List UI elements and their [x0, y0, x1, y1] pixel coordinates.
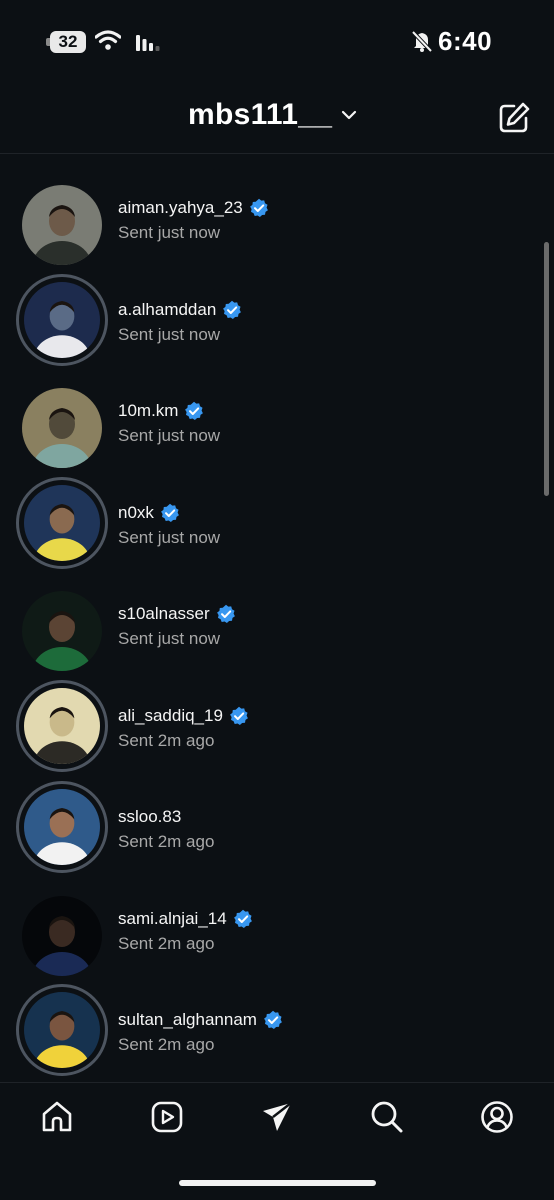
avatar[interactable] [16, 984, 108, 1076]
chat-text: a.alhamddan Sent just now [118, 300, 242, 345]
username-line: aiman.yahya_23 [118, 198, 269, 218]
chat-text: ali_saddiq_19 Sent 2m ago [118, 706, 249, 751]
username-line: 10m.km [118, 401, 220, 421]
chat-text: n0xk Sent just now [118, 503, 220, 548]
scrollbar[interactable] [544, 242, 549, 496]
username-line: ali_saddiq_19 [118, 706, 249, 726]
verified-badge-icon [230, 706, 248, 725]
battery-icon: 32 [46, 31, 86, 53]
inbox-header: mbs111__ [0, 82, 554, 154]
verified-badge-icon [264, 1010, 282, 1029]
avatar[interactable] [22, 591, 102, 671]
username-line: s10alnasser [118, 604, 236, 624]
battery-level: 32 [50, 31, 86, 53]
chat-row[interactable]: 10m.km Sent just now [0, 373, 540, 474]
chat-row[interactable]: sami.alnjai_14 Sent 2m ago [0, 881, 540, 982]
username-line: ssloo.83 [118, 807, 214, 827]
status-bar: 32 6:40 [0, 0, 554, 82]
tab-direct[interactable] [260, 1100, 294, 1134]
username-line: a.alhamddan [118, 300, 242, 320]
wifi-icon [95, 30, 121, 50]
chat-text: ssloo.83 Sent 2m ago [118, 807, 214, 852]
chat-text: aiman.yahya_23 Sent just now [118, 198, 269, 243]
tab-home[interactable] [40, 1100, 74, 1134]
chat-row[interactable]: aiman.yahya_23 Sent just now [0, 170, 540, 271]
avatar[interactable] [16, 274, 108, 366]
username-line: sultan_alghannam [118, 1010, 283, 1030]
sent-status: Sent just now [118, 325, 221, 344]
new-message-icon[interactable] [497, 101, 531, 135]
username-line: sami.alnjai_14 [118, 909, 253, 929]
avatar[interactable] [22, 896, 102, 976]
account-switcher[interactable]: mbs111__ [188, 98, 358, 132]
verified-badge-icon [216, 604, 235, 623]
avatar[interactable] [16, 477, 108, 569]
username: n0xk [118, 503, 154, 522]
sent-status: Sent just now [118, 426, 221, 445]
username: sami.alnjai_14 [118, 909, 227, 928]
avatar[interactable] [22, 388, 102, 468]
username: ssloo.83 [118, 807, 182, 826]
username: aiman.yahya_23 [118, 198, 243, 217]
avatar[interactable] [16, 680, 108, 772]
verified-badge-icon [249, 198, 268, 217]
username: s10alnasser [118, 604, 210, 623]
chat-text: s10alnasser Sent just now [118, 604, 236, 649]
chat-row[interactable]: ssloo.83 Sent 2m ago [0, 779, 540, 880]
home-indicator[interactable] [179, 1180, 376, 1186]
chat-text: sultan_alghannam Sent 2m ago [118, 1010, 283, 1055]
account-name: mbs111__ [188, 98, 333, 131]
bell-muted-icon [411, 30, 433, 53]
avatar[interactable] [16, 781, 108, 873]
sent-status: Sent just now [118, 223, 221, 242]
verified-badge-icon [185, 401, 204, 420]
verified-badge-icon [223, 300, 242, 319]
chevron-down-icon [342, 110, 357, 120]
sent-status: Sent 2m ago [118, 731, 215, 750]
chat-row[interactable]: s10alnasser Sent just now [0, 576, 540, 677]
avatar[interactable] [22, 185, 102, 265]
sent-status: Sent 2m ago [118, 934, 215, 953]
tab-profile[interactable] [480, 1100, 514, 1134]
chat-row[interactable]: a.alhamddan Sent just now [0, 272, 540, 373]
message-list[interactable]: aiman.yahya_23 Sent just now a.alhamddan Se… [0, 170, 554, 1082]
verified-badge-icon [161, 503, 179, 522]
sent-status: Sent 2m ago [118, 832, 215, 851]
sent-status: Sent 2m ago [118, 1035, 215, 1054]
sent-status: Sent just now [118, 528, 221, 547]
cellular-signal-icon [136, 35, 160, 51]
tab-reels[interactable] [150, 1100, 184, 1134]
verified-badge-icon [233, 909, 252, 928]
username: ali_saddiq_19 [118, 706, 223, 725]
chat-row[interactable]: sultan_alghannam Sent 2m ago [0, 982, 540, 1082]
username-line: n0xk [118, 503, 220, 523]
username: a.alhamddan [118, 300, 217, 319]
chat-text: 10m.km Sent just now [118, 401, 220, 446]
tab-search[interactable] [370, 1100, 404, 1134]
clock: 6:40 [438, 26, 493, 56]
username: sultan_alghannam [118, 1010, 257, 1029]
chat-row[interactable]: n0xk Sent just now [0, 475, 540, 576]
chat-row[interactable]: ali_saddiq_19 Sent 2m ago [0, 678, 540, 779]
username: 10m.km [118, 401, 179, 420]
sent-status: Sent just now [118, 629, 221, 648]
chat-text: sami.alnjai_14 Sent 2m ago [118, 909, 253, 954]
